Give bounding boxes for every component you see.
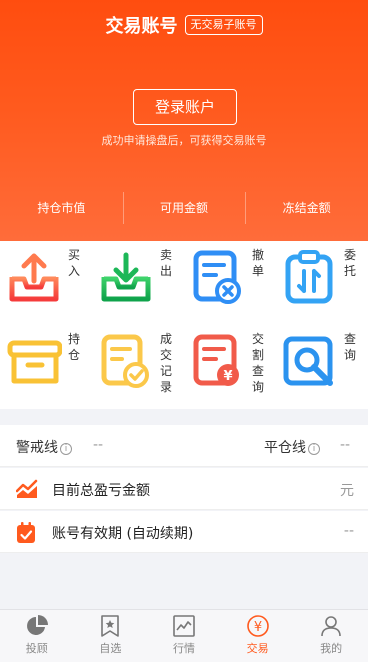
stat-frozen-amount: 冻结金额 xyxy=(245,192,368,224)
deal-record-icon xyxy=(101,334,149,388)
warning-line-text: 警戒线 xyxy=(16,440,58,456)
grid-item-query[interactable]: 查询 xyxy=(276,325,368,409)
tab-trade[interactable]: ¥ 交易 xyxy=(221,610,295,662)
svg-text:¥: ¥ xyxy=(223,369,232,384)
buy-icon xyxy=(9,253,59,302)
page-title: 交易账号 xyxy=(105,16,178,37)
grid-item-position[interactable]: 持仓 xyxy=(0,325,92,409)
grid-label: 查询 xyxy=(344,332,357,362)
svg-text:¥: ¥ xyxy=(253,620,261,635)
trade-page: 交易账号 无交易子账号 登录账户 成功申请操盘后，可获得交易账号 持仓市值 可用… xyxy=(0,0,368,662)
warning-line-label: 警戒线 i xyxy=(16,437,72,457)
grid-label: 卖出 xyxy=(160,248,173,278)
grid-label: 买入 xyxy=(68,248,81,278)
trade-icon: ¥ xyxy=(246,615,269,637)
info-icon[interactable]: i xyxy=(60,443,72,455)
trend-chart-icon xyxy=(16,479,38,498)
tab-label: 自选 xyxy=(99,642,122,655)
title-row: 交易账号 无交易子账号 xyxy=(0,12,368,38)
warning-line-value: -- xyxy=(93,437,104,453)
tab-market[interactable]: 行情 xyxy=(147,610,221,662)
close-line-label: 平仓线 i xyxy=(264,437,320,457)
tab-advisor[interactable]: 投顾 xyxy=(0,610,74,662)
login-button[interactable]: 登录账户 xyxy=(133,89,237,125)
bottom-tab-bar: 投顾 自选 行情 ¥ 交易 我的 xyxy=(0,609,368,662)
login-hint: 成功申请操盘后，可获得交易账号 xyxy=(101,134,267,147)
tab-label: 行情 xyxy=(172,642,195,655)
account-validity-value: -- xyxy=(343,523,354,539)
risk-lines-row: 警戒线 i -- 平仓线 i -- xyxy=(0,425,368,467)
total-profit-unit: 元 xyxy=(340,483,354,499)
tab-label: 交易 xyxy=(246,642,269,655)
position-icon xyxy=(7,340,62,384)
stat-position-value: 持仓市值 xyxy=(37,201,86,215)
account-validity-row[interactable]: 账号有效期 (自动续期) -- xyxy=(0,511,368,553)
no-account-tag[interactable]: 无交易子账号 xyxy=(184,15,263,35)
grid-label: 交割查询 xyxy=(252,332,265,394)
tab-label: 我的 xyxy=(320,642,343,655)
watchlist-icon xyxy=(101,615,120,637)
grid-item-buy[interactable]: 买入 xyxy=(0,241,92,325)
grid-item-deal-record[interactable]: 成交记录 xyxy=(92,325,184,409)
grid-label: 撤单 xyxy=(252,248,265,278)
close-line-value: -- xyxy=(340,437,351,453)
advisor-icon xyxy=(26,615,48,635)
profile-icon xyxy=(321,616,341,637)
grid-label: 委托 xyxy=(344,248,357,278)
grid-label: 持仓 xyxy=(68,332,81,362)
section-spacer xyxy=(0,409,368,425)
total-profit-label: 目前总盈亏金额 xyxy=(52,483,150,499)
account-stats: 持仓市值 可用金额 冻结金额 xyxy=(0,192,368,224)
tab-watchlist[interactable]: 自选 xyxy=(74,610,148,662)
account-validity-label: 账号有效期 (自动续期) xyxy=(52,526,194,542)
market-icon xyxy=(173,615,195,637)
query-icon xyxy=(283,336,333,386)
total-profit-row[interactable]: 目前总盈亏金额 元 xyxy=(0,468,368,510)
info-icon[interactable]: i xyxy=(308,443,320,455)
account-header: 交易账号 无交易子账号 登录账户 成功申请操盘后，可获得交易账号 持仓市值 可用… xyxy=(0,0,368,241)
sell-icon xyxy=(101,252,151,302)
grid-item-settlement-query[interactable]: ¥ 交割查询 xyxy=(184,325,276,409)
grid-item-entrust[interactable]: 委托 xyxy=(276,241,368,325)
grid-label: 成交记录 xyxy=(160,332,173,394)
stat-available-amount: 可用金额 xyxy=(122,192,246,224)
cancel-order-icon xyxy=(193,250,241,304)
tab-label: 投顾 xyxy=(25,642,48,655)
grid-item-cancel-order[interactable]: 撤单 xyxy=(184,241,276,325)
calendar-check-icon xyxy=(17,522,35,543)
grid-item-sell[interactable]: 卖出 xyxy=(92,241,184,325)
settlement-query-icon: ¥ xyxy=(193,334,239,386)
entrust-icon xyxy=(285,250,333,304)
close-line-text: 平仓线 xyxy=(264,440,306,456)
tab-profile[interactable]: 我的 xyxy=(294,610,368,662)
trade-function-grid: 买入 卖出 撤单 委托 持仓 成交记录 ¥ 交割查询 查询 xyxy=(0,241,368,409)
